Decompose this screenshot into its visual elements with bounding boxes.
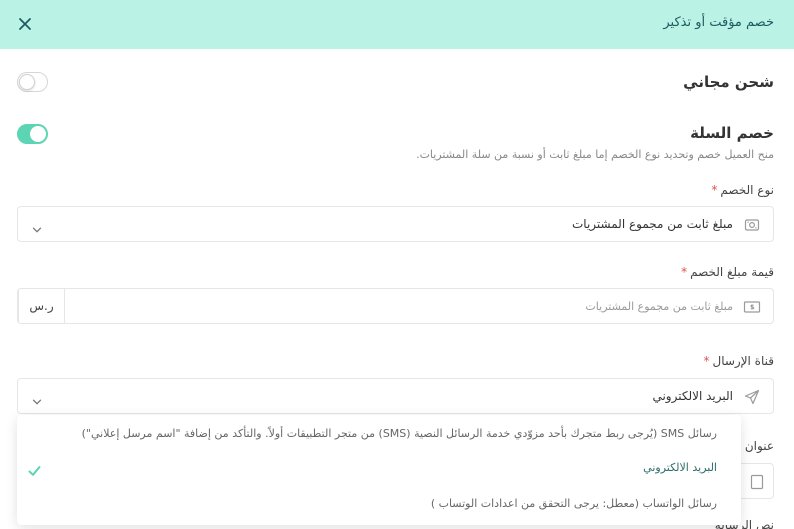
- cart-discount-toggle[interactable]: [17, 124, 48, 144]
- cart-discount-description: منح العميل خصم وتحديد نوع الخصم إما مبلغ…: [416, 148, 774, 161]
- dropdown-option-whatsapp[interactable]: رسائل الواتساب (معطل: يرجى التحقق من اعد…: [17, 491, 741, 519]
- money-icon: [744, 217, 760, 233]
- send-icon: [744, 389, 760, 405]
- discount-amount-field: ر.س: [17, 288, 774, 324]
- discount-type-select[interactable]: مبلغ ثابت من مجموع المشتريات: [17, 206, 774, 242]
- send-channel-label: قناة الإرسال*: [703, 354, 774, 368]
- toggle-knob: [30, 126, 46, 142]
- modal-title: خصم مؤقت أو تذكير: [663, 15, 774, 30]
- free-shipping-title: شحن مجاني: [683, 73, 774, 91]
- modal-header: خصم مؤقت أو تذكير: [0, 0, 794, 49]
- title-field-box[interactable]: [741, 463, 774, 499]
- required-mark: *: [681, 265, 688, 279]
- close-icon[interactable]: [14, 13, 36, 35]
- free-shipping-toggle[interactable]: [17, 72, 48, 92]
- currency-addon: ر.س: [18, 289, 65, 323]
- chevron-down-icon: [32, 392, 42, 405]
- check-icon: [28, 462, 41, 476]
- discount-type-label: نوع الخصم*: [711, 183, 774, 197]
- send-channel-value: البريد الالكتروني: [652, 389, 733, 403]
- dropdown-option-email[interactable]: البريد الالكتروني: [17, 455, 741, 483]
- cart-discount-title: خصم السلة: [690, 124, 774, 142]
- dropdown-option-sms[interactable]: رسائل SMS (يُرجى ربط متجرك بأحد مزوّدي خ…: [17, 421, 741, 449]
- cash-icon: [743, 299, 761, 315]
- toggle-knob: [19, 74, 35, 90]
- send-channel-dropdown: رسائل SMS (يُرجى ربط متجرك بأحد مزوّدي خ…: [17, 415, 741, 525]
- discount-type-value: مبلغ ثابت من مجموع المشتريات: [572, 217, 733, 231]
- discount-amount-input[interactable]: [93, 289, 733, 323]
- document-icon: [750, 474, 764, 490]
- required-mark: *: [711, 183, 718, 197]
- send-channel-select[interactable]: البريد الالكتروني: [17, 378, 774, 414]
- required-mark: *: [703, 354, 710, 368]
- chevron-down-icon: [32, 220, 42, 233]
- discount-amount-label: قيمة مبلغ الخصم*: [681, 265, 774, 279]
- title-field-label: عنوان: [744, 439, 774, 453]
